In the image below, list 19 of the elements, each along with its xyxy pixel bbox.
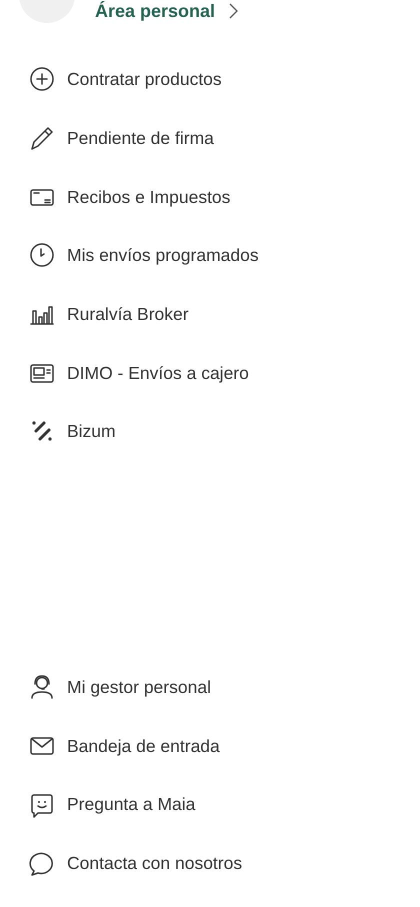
menu-item[interactable]: Recibos e Impuestos: [67, 184, 230, 210]
headset-icon: [29, 674, 55, 700]
chevron-right-icon: [229, 3, 238, 19]
clock-icon: [29, 242, 55, 268]
menu-item[interactable]: Pendiente de firma: [67, 124, 214, 152]
menu-item[interactable]: DIMO - Envíos a cajero: [67, 360, 249, 386]
personal-area-link[interactable]: Área personal: [95, 0, 216, 23]
menu-item[interactable]: Mi gestor personal: [67, 674, 211, 700]
pen-icon: [29, 125, 55, 152]
menu-item[interactable]: Bizum: [67, 418, 116, 445]
menu-item[interactable]: Contratar productos: [67, 66, 222, 92]
menu-item[interactable]: Mis envíos programados: [67, 242, 259, 269]
menu-item[interactable]: Ruralvía Broker: [67, 300, 189, 328]
menu-item[interactable]: Pregunta a Maia: [67, 791, 196, 818]
plus-circle-icon: [29, 66, 55, 92]
menu-item[interactable]: Bandeja de entrada: [67, 732, 220, 759]
menu-item[interactable]: Contacta con nosotros: [67, 850, 242, 876]
chat-icon: [29, 850, 55, 876]
chat-smile-icon: [29, 792, 55, 818]
